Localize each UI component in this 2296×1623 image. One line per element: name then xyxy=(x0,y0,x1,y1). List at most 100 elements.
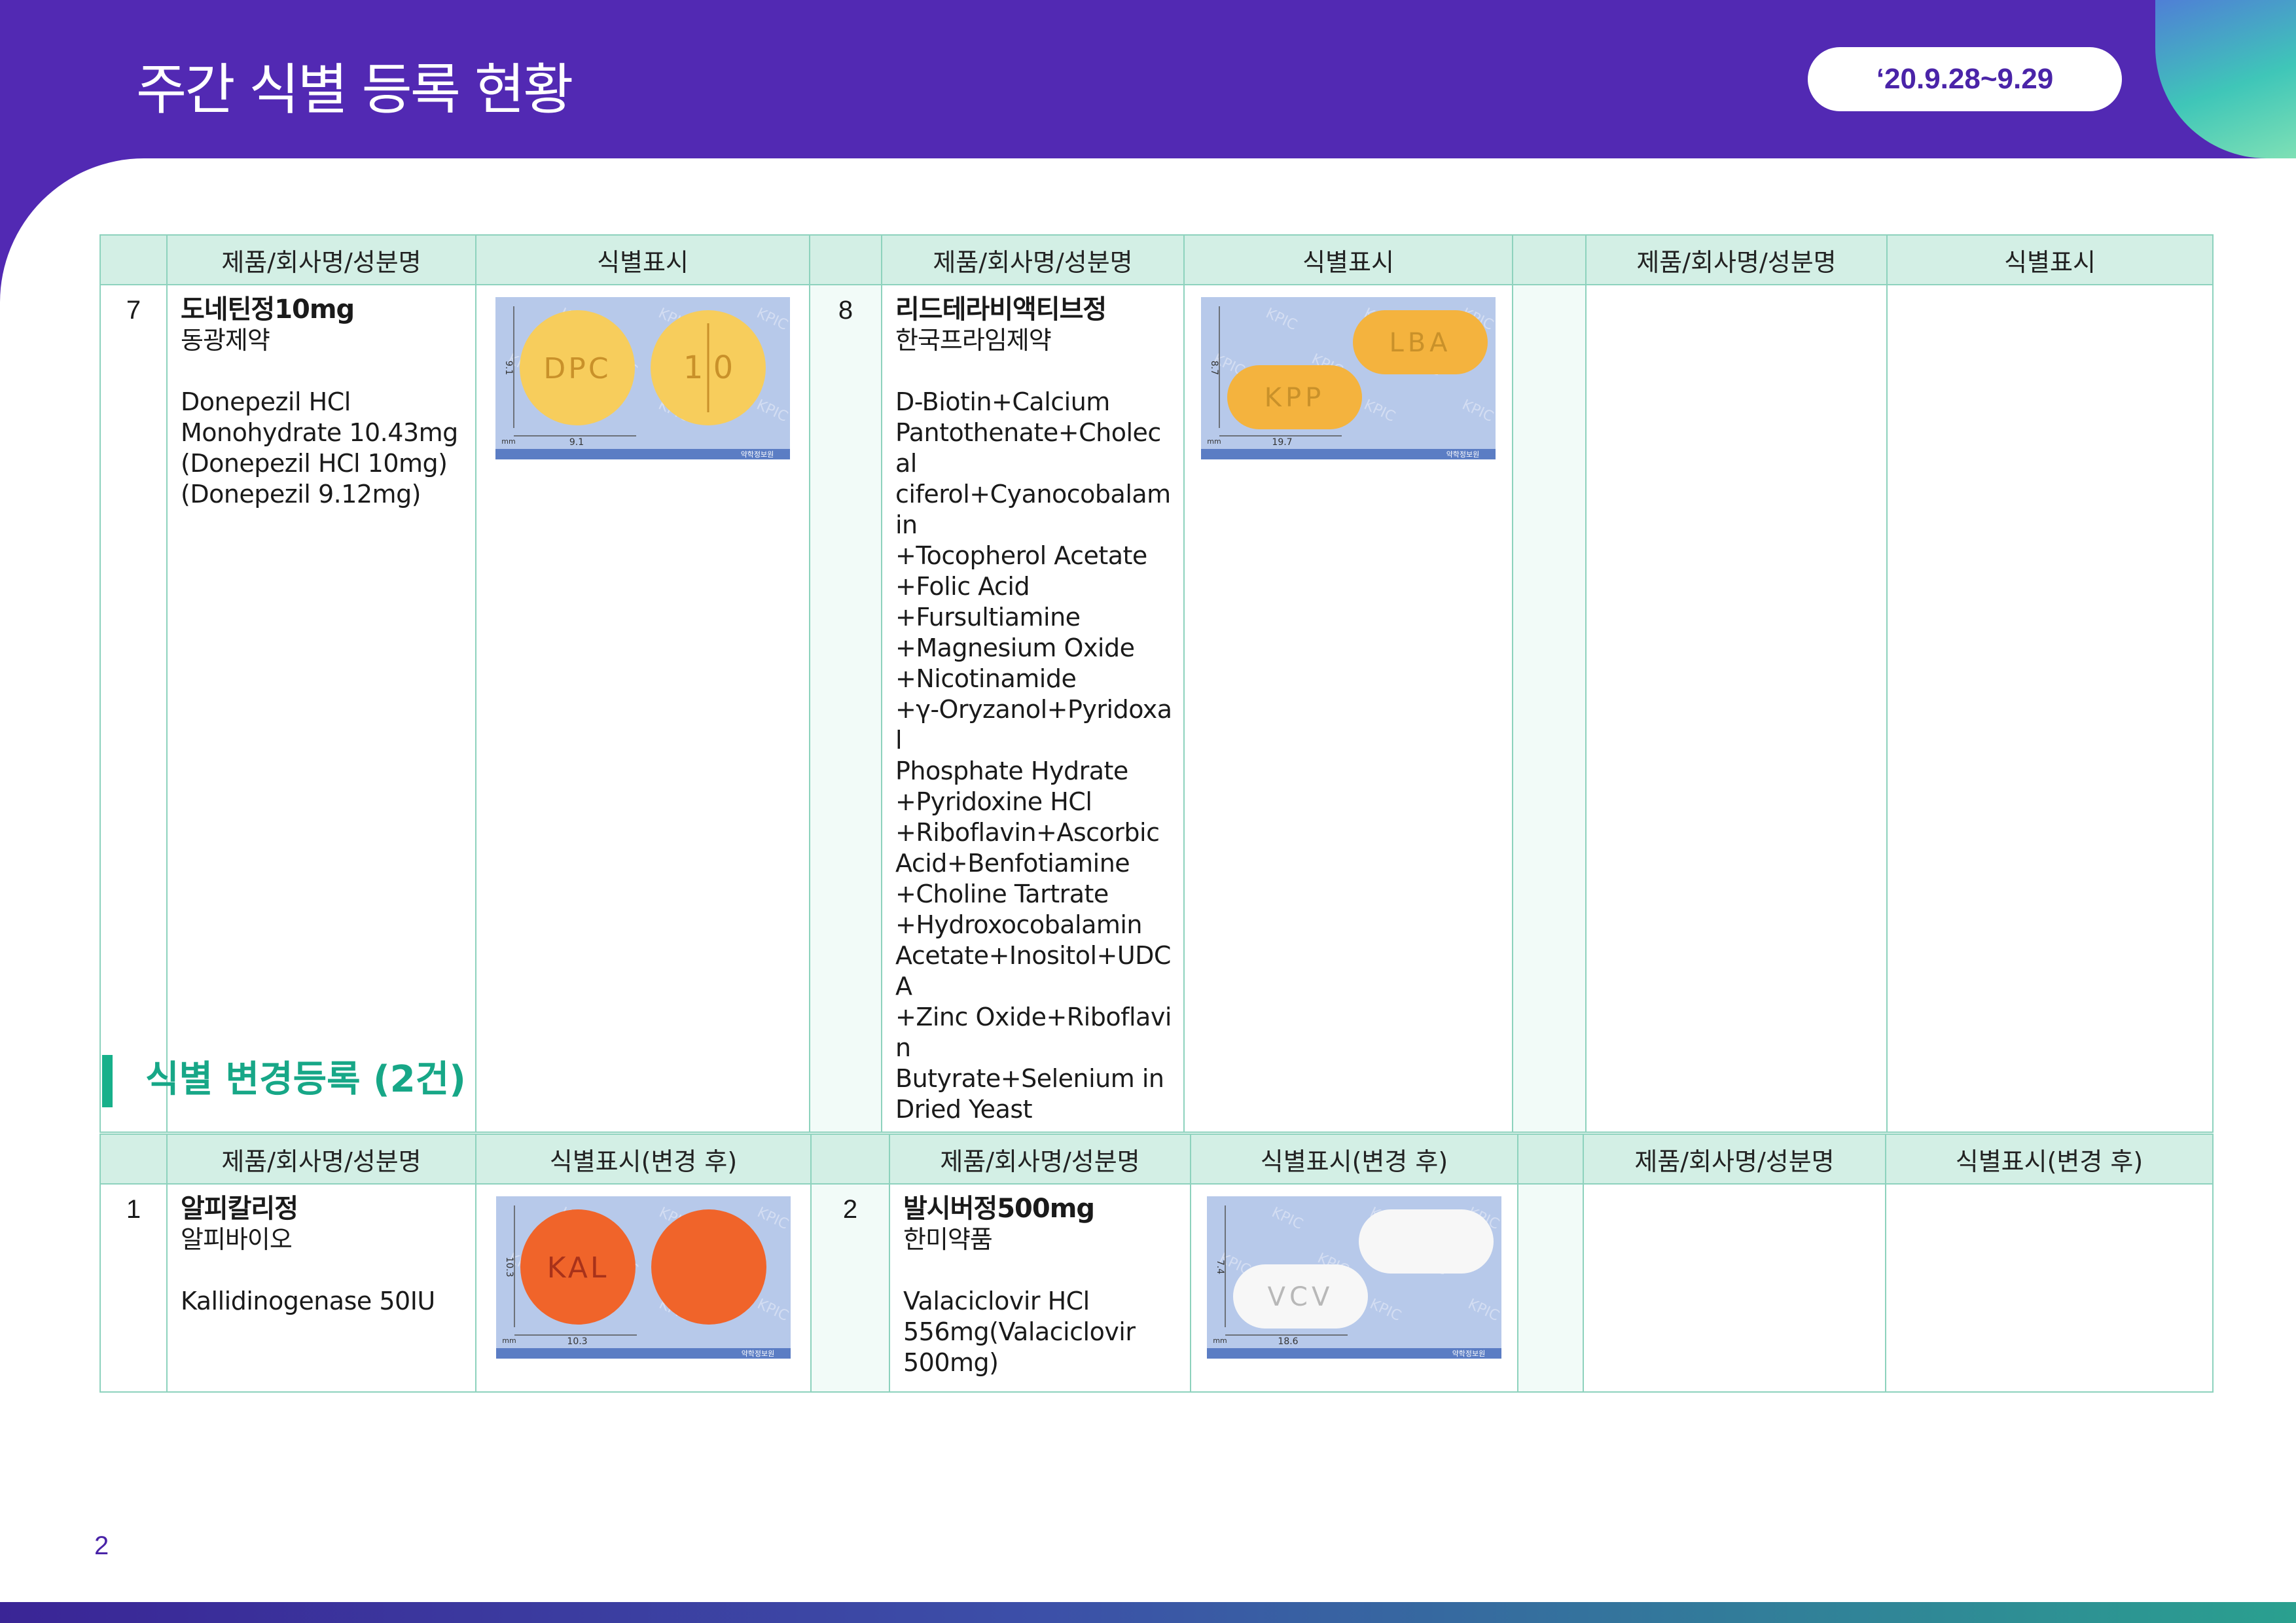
height-label: 8.7 xyxy=(1209,361,1219,375)
height-label: 10.3 xyxy=(504,1257,514,1277)
table-header-row: 제품/회사명/성분명 식별표시 제품/회사명/성분명 식별표시 제품/회사명/성… xyxy=(99,234,2214,285)
page-title: 주간 식별 등록 현황 xyxy=(136,58,573,122)
identification-image-cell: KPICKPICKPICKPICKPICKPICKPICKPICKPIC약학정보… xyxy=(475,285,810,1133)
item-number xyxy=(1512,285,1587,1133)
identification-image-cell: KPICKPICKPICKPICKPICKPICKPICKPICKPIC약학정보… xyxy=(475,1184,812,1393)
table-row: 1 알피칼리정 알피바이오 Kallidinogenase 50IU KPIC K… xyxy=(99,1184,2214,1393)
column-header: 제품/회사명/성분명 xyxy=(166,234,476,285)
pill-imprint-front: DPC xyxy=(543,352,611,385)
image-footer-text: 약학정보원 xyxy=(742,1349,775,1358)
column-header xyxy=(1512,234,1587,285)
item-number: 7 xyxy=(99,285,168,1133)
ingredient-line: +Choline Tartrate xyxy=(895,880,1109,908)
page-number: 2 xyxy=(94,1531,109,1560)
pill-image: KPICKPICKPICKPICKPICKPICKPICKPICKPIC약학정보… xyxy=(495,297,790,459)
ingredient-line: Monohydrate 10.43mg xyxy=(181,418,458,447)
column-header: 식별표시(변경 후) xyxy=(1885,1133,2214,1185)
width-label: 18.6 xyxy=(1278,1336,1298,1347)
ingredient-line: Valaciclovir HCl xyxy=(903,1287,1090,1315)
ingredient-line: +Tocopherol Acetate xyxy=(895,541,1147,570)
pill-image: KPICKPICKPICKPICKPICKPICKPICKPICKPIC약학정보… xyxy=(1201,297,1496,459)
product-name: 리드테라비액티브정 xyxy=(895,294,1107,325)
image-footer-text: 약학정보원 xyxy=(1446,450,1480,459)
company-name: 한미약품 xyxy=(903,1225,993,1254)
product-name: 발시버정500mg xyxy=(903,1194,1095,1224)
ingredient-line: Donepezil HCl xyxy=(181,387,351,416)
ingredient-line: 556mg(Valaciclovir xyxy=(903,1317,1136,1346)
item-number: 1 xyxy=(99,1184,168,1393)
column-header: 식별표시 xyxy=(475,234,810,285)
column-header: 제품/회사명/성분명 xyxy=(881,234,1185,285)
changed-registration-table: 제품/회사명/성분명 식별표시(변경 후) 제품/회사명/성분명 식별표시(변경… xyxy=(99,1133,2214,1393)
unit-label: mm xyxy=(1213,1336,1227,1345)
identification-image-cell xyxy=(1885,1184,2214,1393)
product-info xyxy=(1585,285,1888,1133)
ingredient-line: +Folic Acid xyxy=(895,572,1030,601)
height-label: 7.4 xyxy=(1215,1260,1225,1274)
product-name: 알피칼리정 xyxy=(181,1194,298,1224)
height-label: 9.1 xyxy=(503,361,514,375)
date-range-badge: ‘20.9.28~9.29 xyxy=(1808,47,2122,111)
identification-image-cell xyxy=(1886,285,2214,1133)
product-info: 리드테라비액티브정 한국프라임제약 D-Biotin+Calcium Pantot… xyxy=(881,285,1185,1133)
pill-imprint-front: KAL xyxy=(547,1251,609,1285)
ingredient-line: 500mg) xyxy=(903,1348,999,1377)
corner-decoration xyxy=(2155,0,2296,158)
unit-label: mm xyxy=(501,437,515,446)
header-banner: 주간 식별 등록 현황 ‘20.9.28~9.29 xyxy=(0,0,2296,158)
image-footer-text: 약학정보원 xyxy=(741,450,774,459)
column-header: 식별표시 xyxy=(1886,234,2214,285)
ingredient-line: +Hydroxocobalamin xyxy=(895,910,1143,939)
ingredient-line: +Fursultiamine xyxy=(895,603,1081,632)
column-header: 식별표시(변경 후) xyxy=(1190,1133,1518,1185)
ingredient-line: Kallidinogenase 50IU xyxy=(181,1287,435,1315)
product-name: 도네틴정10mg xyxy=(181,294,355,325)
product-info xyxy=(1583,1184,1886,1393)
column-header xyxy=(99,234,168,285)
width-label: 10.3 xyxy=(567,1336,587,1347)
ingredient-line: (Donepezil HCl 10mg) xyxy=(181,449,448,478)
ingredient-line: Acid+Benfotiamine xyxy=(895,849,1130,878)
table-header-row: 제품/회사명/성분명 식별표시(변경 후) 제품/회사명/성분명 식별표시(변경… xyxy=(99,1133,2214,1185)
product-info: 알피칼리정 알피바이오 Kallidinogenase 50IU xyxy=(166,1184,476,1393)
pill-imprint-back: VCV xyxy=(1268,1282,1334,1312)
column-header: 식별표시(변경 후) xyxy=(475,1133,812,1185)
pill-imprint-back: KPP xyxy=(1265,383,1325,413)
ingredient-line: Dried Yeast xyxy=(895,1095,1033,1124)
identification-image-cell: KPICKPICKPICKPICKPICKPICKPICKPICKPIC약학정보… xyxy=(1183,285,1513,1133)
ingredient-list: Valaciclovir HCl 556mg(Valaciclovir 500m… xyxy=(903,1286,1179,1378)
ingredient-line: D-Biotin+Calcium xyxy=(895,387,1110,416)
column-header xyxy=(1517,1133,1584,1185)
company-name: 동광제약 xyxy=(181,326,270,355)
image-footer-text: 약학정보원 xyxy=(1452,1349,1486,1358)
ingredient-line: Pantothenate+Cholecal xyxy=(895,418,1161,478)
column-header xyxy=(810,1133,890,1185)
ingredient-line: +Zinc Oxide+Riboflavin xyxy=(895,1003,1172,1062)
ingredient-line: Phosphate Hydrate xyxy=(895,757,1128,785)
column-header: 제품/회사명/성분명 xyxy=(1585,234,1888,285)
product-info: 도네틴정10mg 동광제약 Donepezil HCl Monohydrate … xyxy=(166,285,476,1133)
column-header xyxy=(809,234,882,285)
ingredient-line: Butyrate+Selenium in xyxy=(895,1064,1164,1093)
width-label: 9.1 xyxy=(569,437,584,448)
product-info: 발시버정500mg 한미약품 Valaciclovir HCl 556mg(Va… xyxy=(889,1184,1191,1393)
pill-imprint-front: LBA xyxy=(1389,328,1451,358)
ingredient-list: Donepezil HCl Monohydrate 10.43mg (Donep… xyxy=(181,387,465,510)
ingredient-line: +Riboflavin+Ascorbic xyxy=(895,818,1160,847)
column-header xyxy=(99,1133,168,1185)
ingredient-list: Kallidinogenase 50IU xyxy=(181,1286,465,1317)
ingredient-line: Acetate+Inositol+UDCA xyxy=(895,941,1171,1001)
pill-front xyxy=(1359,1209,1494,1274)
ingredient-line: (Donepezil 9.12mg) xyxy=(181,480,422,508)
ingredient-line: ciferol+Cyanocobalamin xyxy=(895,480,1171,539)
pill-image: KPICKPICKPICKPICKPICKPICKPICKPICKPIC약학정보… xyxy=(496,1196,791,1359)
column-header: 제품/회사명/성분명 xyxy=(166,1133,476,1185)
column-header: 제품/회사명/성분명 xyxy=(1583,1133,1886,1185)
column-header: 식별표시 xyxy=(1183,234,1513,285)
column-header: 제품/회사명/성분명 xyxy=(889,1133,1191,1185)
ingredient-line: +γ-Oryzanol+Pyridoxal xyxy=(895,695,1172,755)
ingredient-line: +Pyridoxine HCl xyxy=(895,787,1092,816)
table-row: 7 도네틴정10mg 동광제약 Donepezil HCl Monohydrat… xyxy=(99,285,2214,1133)
ingredient-list: D-Biotin+Calcium Pantothenate+Cholecal cif… xyxy=(895,387,1173,1125)
section-bar xyxy=(102,1055,113,1107)
